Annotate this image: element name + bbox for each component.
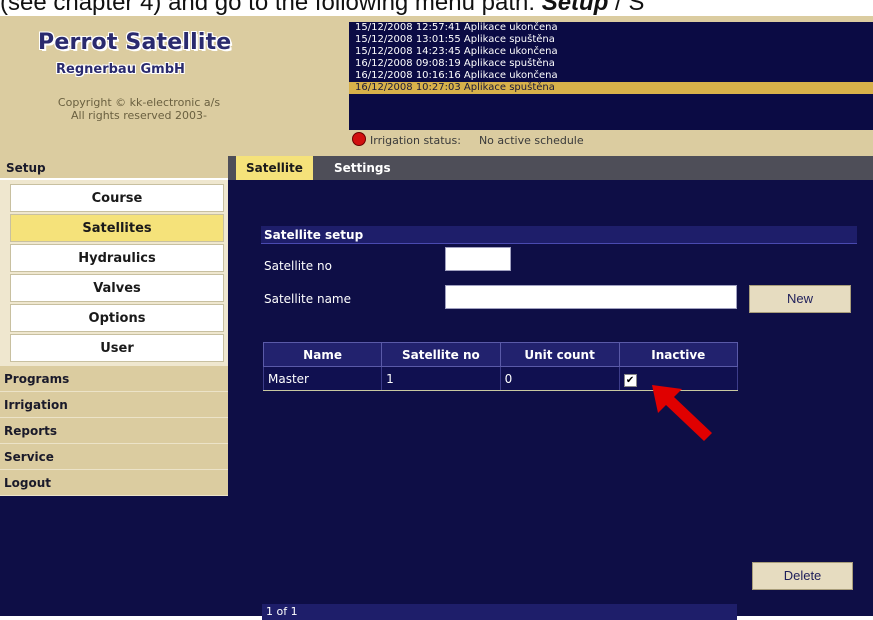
annotation-arrow-icon — [652, 385, 712, 441]
pagination: 1 of 1 — [262, 604, 737, 620]
status-label: Irrigation status: — [370, 134, 461, 147]
column-header-inactive[interactable]: Inactive — [618, 342, 739, 367]
cell-name: Master — [262, 366, 383, 391]
sidebar-nav: Setup Course Satellites Hydraulics Valve… — [0, 156, 228, 616]
copyright-line-2: All rights reserved 2003- — [71, 109, 207, 122]
doc-text-after: / S — [608, 0, 645, 16]
copyright-text: Copyright © kk-electronic a/s All rights… — [24, 96, 254, 122]
sidebar-item-setup[interactable]: Setup — [0, 156, 228, 180]
tab-satellite[interactable]: Satellite — [236, 156, 313, 180]
column-header-name[interactable]: Name — [262, 342, 383, 367]
satellite-name-input[interactable] — [445, 285, 737, 309]
table-header-row: Name Satellite no Unit count Inactive — [262, 342, 739, 367]
brand-subtitle: Regnerbau GmbH — [56, 62, 185, 77]
satellite-name-label: Satellite name — [264, 292, 351, 306]
log-entry[interactable]: 15/12/2008 14:23:45 Aplikace ukončena — [349, 46, 873, 58]
submenu-item-satellites[interactable]: Satellites — [10, 214, 224, 242]
satellite-no-input[interactable] — [445, 247, 511, 271]
log-entry[interactable]: 15/12/2008 12:57:41 Aplikace ukončena — [349, 22, 873, 34]
tab-bar: Satellite Settings — [228, 156, 873, 180]
sidebar-item-service[interactable]: Service — [0, 444, 228, 470]
document-text-line: (see chapter 4) and go to the following … — [0, 0, 873, 16]
copyright-line-1: Copyright © kk-electronic a/s — [57, 96, 221, 109]
sidebar-item-reports[interactable]: Reports — [0, 418, 228, 444]
tab-settings[interactable]: Settings — [324, 156, 401, 180]
section-title: Satellite setup — [261, 226, 857, 244]
satellite-table: Name Satellite no Unit count Inactive Ma… — [262, 342, 739, 391]
status-indicator-icon — [352, 132, 366, 146]
submenu-item-valves[interactable]: Valves — [10, 274, 224, 302]
sidebar-item-logout[interactable]: Logout — [0, 470, 228, 496]
cell-unit-count: 0 — [499, 366, 620, 391]
log-entry[interactable]: 16/12/2008 09:08:19 Aplikace spuštěna — [349, 58, 873, 70]
submenu-item-user[interactable]: User — [10, 334, 224, 362]
submenu-item-options[interactable]: Options — [10, 304, 224, 332]
inactive-checkbox[interactable]: ✔ — [623, 373, 637, 387]
delete-button[interactable]: Delete — [752, 562, 853, 590]
log-entry[interactable]: 15/12/2008 13:01:55 Aplikace spuštěna — [349, 34, 873, 46]
log-entry[interactable]: 16/12/2008 10:16:16 Aplikace ukončena — [349, 70, 873, 82]
status-value: No active schedule — [478, 134, 584, 147]
brand-logo: Perrot Satellite — [38, 30, 232, 55]
satellite-no-label: Satellite no — [264, 259, 332, 273]
sidebar-item-irrigation[interactable]: Irrigation — [0, 392, 228, 418]
new-button[interactable]: New — [749, 285, 851, 313]
doc-text-before: (see chapter 4) and go to the following … — [0, 0, 542, 16]
sidebar-item-programs[interactable]: Programs — [0, 366, 228, 392]
submenu-item-course[interactable]: Course — [10, 184, 224, 212]
column-header-unit-count[interactable]: Unit count — [499, 342, 620, 367]
setup-submenu: Course Satellites Hydraulics Valves Opti… — [0, 180, 228, 366]
app-header: Perrot Satellite Regnerbau GmbH Copyrigh… — [0, 16, 873, 156]
event-log[interactable]: 15/12/2008 12:57:41 Aplikace ukončena 15… — [349, 22, 873, 130]
log-entry-selected[interactable]: 16/12/2008 10:27:03 Aplikace spuštěna — [349, 82, 873, 94]
column-header-satellite-no[interactable]: Satellite no — [381, 342, 501, 367]
cell-satellite-no: 1 — [381, 366, 501, 391]
doc-text-bold: Setup — [541, 0, 609, 16]
app-window: Perrot Satellite Regnerbau GmbH Copyrigh… — [0, 16, 873, 620]
irrigation-status: Irrigation status: No active schedule — [352, 132, 584, 147]
submenu-item-hydraulics[interactable]: Hydraulics — [10, 244, 224, 272]
